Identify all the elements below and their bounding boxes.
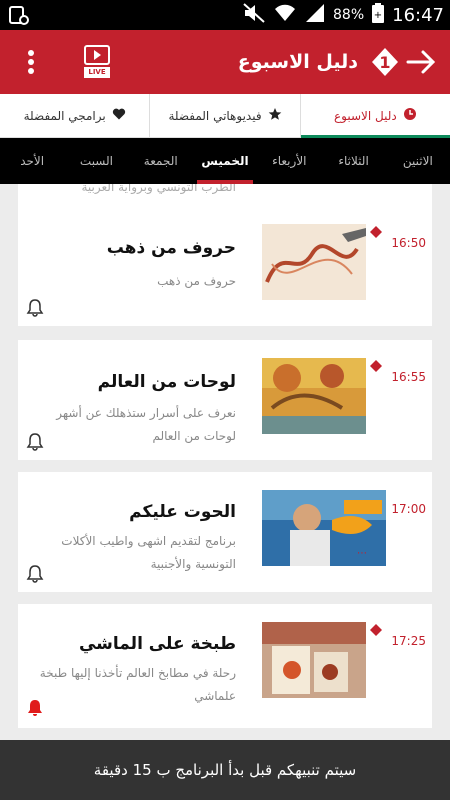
live-tv-button[interactable]: LIVE (80, 44, 114, 80)
program-list[interactable]: الطرب التونسي وبرواية العربية 16:50 حروف… (0, 184, 450, 740)
live-badge: LIVE (88, 68, 106, 76)
status-bar: 88% + 16:47 (0, 0, 450, 30)
program-description: نعرف على أسرار ستذهلك عن أشهر لوحات من ا… (56, 406, 236, 443)
notification-icon (8, 4, 30, 30)
tab-label: فيديوهاتي المفضلة (168, 108, 262, 123)
tab-label: دليل الاسبوع (333, 108, 397, 123)
program-description: برنامج لتقديم اشهى واطيب الأكلات التونسي… (61, 534, 236, 571)
bell-active-icon[interactable] (26, 698, 44, 718)
program-thumbnail[interactable]: ⋯ (262, 490, 386, 566)
clock-time: 16:47 (392, 4, 444, 26)
reminder-toast: سيتم تنبيهكم قبل بدأ البرنامج ب 15 دقيقة (0, 740, 450, 800)
tab-weekly-guide[interactable]: دليل الاسبوع (299, 94, 450, 138)
tab-saturday[interactable]: السبت (64, 138, 128, 184)
battery-icon: + (372, 3, 385, 27)
list-item-partial[interactable]: الطرب التونسي وبرواية العربية (18, 184, 432, 206)
program-title: حروف من ذهب (106, 238, 236, 258)
list-item[interactable]: 16:50 حروف من ذهب حروف من ذهب (18, 206, 432, 326)
program-title: لوحات من العالم (97, 372, 236, 392)
program-time: 17:00 (391, 502, 426, 516)
list-item[interactable]: 16:55 لوحات من العالم نعرف على أسرار ستذ… (18, 340, 432, 460)
program-description: حروف من ذهب (157, 274, 236, 288)
tab-thursday[interactable]: الخميس (193, 138, 257, 184)
list-item[interactable]: 17:00 ⋯ الحوت عليكم برنامج لتقديم اشهى و… (18, 472, 432, 592)
program-time: 16:50 (391, 236, 426, 250)
top-tabs: دليل الاسبوع فيديوهاتي المفضلة برامجي ال… (0, 94, 450, 138)
wifi-icon (273, 3, 297, 27)
mute-icon (243, 3, 265, 27)
day-tabs: الاثنين الثلاثاء الأربعاء الخميس الجمعة … (0, 138, 450, 184)
svg-text:+: + (374, 10, 382, 21)
program-description: الطرب التونسي وبرواية العربية (81, 184, 236, 194)
program-thumbnail[interactable] (262, 358, 386, 434)
heart-icon (112, 107, 126, 124)
bell-icon[interactable] (26, 432, 44, 452)
clock-icon (403, 107, 417, 124)
tab-sunday[interactable]: الأحد (0, 138, 64, 184)
program-title: الحوت عليكم (129, 502, 236, 522)
program-thumbnail[interactable] (262, 224, 386, 300)
tab-friday[interactable]: الجمعة (129, 138, 193, 184)
bell-icon[interactable] (26, 298, 44, 318)
tab-favorite-videos[interactable]: فيديوهاتي المفضلة (149, 94, 299, 137)
tab-monday[interactable]: الاثنين (386, 138, 450, 184)
star-icon (268, 107, 282, 124)
program-time: 17:25 (391, 634, 426, 648)
battery-percent: 88% (333, 7, 365, 23)
page-title: دليل الاسبوع (237, 51, 358, 73)
svg-text:⋯: ⋯ (357, 548, 367, 559)
app-bar: 1 دليل الاسبوع LIVE (0, 30, 450, 94)
overflow-menu-icon[interactable] (20, 46, 42, 78)
list-item[interactable]: 17:25 طبخة على الماشي رحلة في مطابخ العا… (18, 604, 432, 728)
tab-tuesday[interactable]: الثلاثاء (321, 138, 385, 184)
program-title: طبخة على الماشي (78, 634, 236, 654)
svg-text:1: 1 (379, 53, 390, 72)
program-time: 16:55 (391, 370, 426, 384)
signal-icon (305, 3, 325, 27)
program-description: رحلة في مطابخ العالم تأخذنا إليها طبخة ع… (39, 666, 236, 703)
program-thumbnail[interactable] (262, 622, 386, 698)
channel-logo-icon: 1 (368, 44, 402, 80)
back-arrow-icon[interactable] (406, 48, 436, 76)
bell-icon[interactable] (26, 564, 44, 584)
tab-label: برامجي المفضلة (23, 108, 106, 123)
tab-wednesday[interactable]: الأربعاء (257, 138, 321, 184)
tab-favorite-programs[interactable]: برامجي المفضلة (0, 94, 149, 137)
